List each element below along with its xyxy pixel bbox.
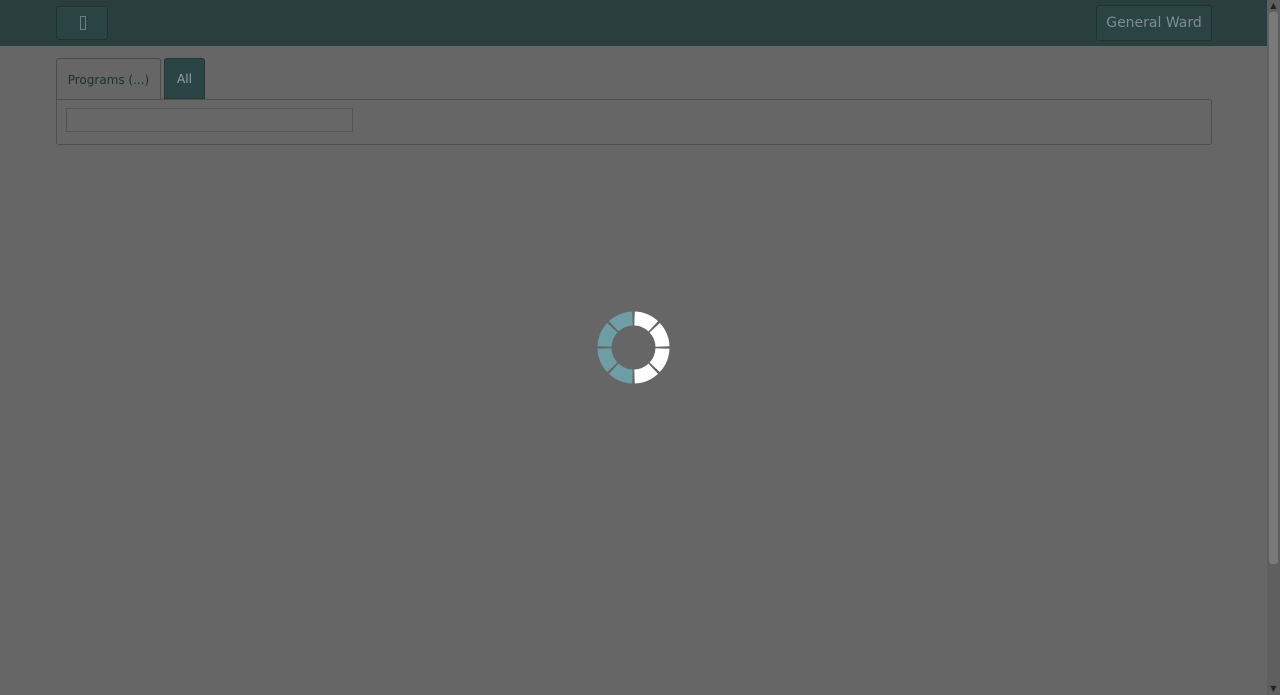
- scroll-up-icon[interactable]: ▲: [1267, 0, 1280, 12]
- app-window: General Ward Programs (...) All ▲ ▼: [0, 0, 1280, 695]
- menu-button[interactable]: [56, 6, 108, 40]
- filter-panel: [56, 99, 1212, 145]
- ward-selector-button[interactable]: General Ward: [1096, 5, 1212, 41]
- page: General Ward Programs (...) All: [0, 0, 1267, 695]
- tab-all[interactable]: All: [164, 58, 205, 99]
- loading-spinner-icon: [597, 311, 670, 384]
- tab-programs[interactable]: Programs (...): [56, 58, 161, 100]
- spinner-segments: [597, 311, 670, 384]
- top-navbar: General Ward: [0, 0, 1267, 46]
- vertical-scrollbar[interactable]: ▲ ▼: [1267, 0, 1280, 695]
- scroll-thumb[interactable]: [1269, 12, 1278, 564]
- menu-icon: [80, 16, 86, 30]
- scroll-down-icon[interactable]: ▼: [1267, 683, 1280, 695]
- search-input[interactable]: [66, 108, 353, 132]
